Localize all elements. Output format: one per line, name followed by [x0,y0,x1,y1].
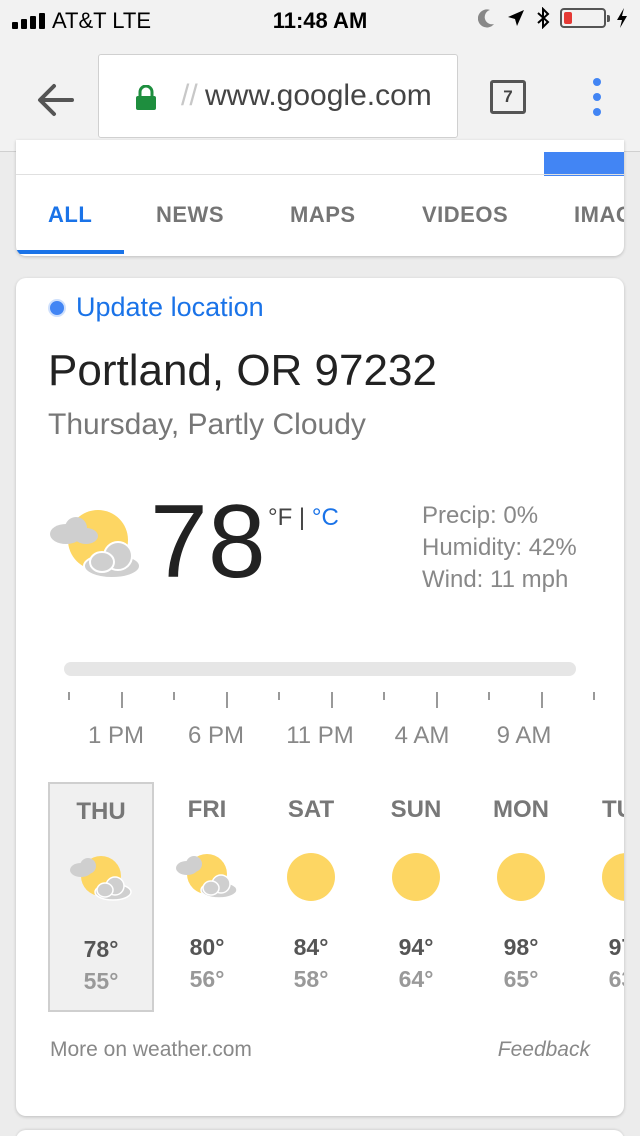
forecast-day[interactable]: FRI 80° 56° [154,782,260,1012]
forecast-high: 94° [398,934,434,960]
precipitation: Precip: 0% [422,502,539,529]
humidity: Humidity: 42% [422,534,577,561]
partly-cloudy-icon [50,510,141,579]
timeline-tick [68,692,70,700]
active-tab-indicator [16,250,124,254]
forecast-high: 98° [503,934,539,960]
update-location-link[interactable]: Update location [48,292,264,323]
partly-cloudy-icon [70,856,132,901]
timeline-tick [435,692,438,708]
time-label: 6 PM [187,722,245,749]
sunny-icon [602,853,624,901]
status-bar: AT&T LTE 11:48 AM [0,0,640,40]
timeline-tick [225,692,228,708]
wind: Wind: 11 mph [422,566,569,593]
status-icons [478,7,628,29]
forecast-day[interactable]: TUE 97° 63° [573,782,624,1012]
forecast-day[interactable]: MON 98° 65° [468,782,574,1012]
time-label: 11 PM [286,722,354,749]
forecast-day[interactable]: SAT 84° 58° [258,782,364,1012]
signal-icon [12,13,45,29]
partly-cloudy-icon [176,854,238,899]
hourly-scrubber[interactable] [64,662,576,676]
forecast-low: 63° [608,966,624,992]
forecast-day[interactable]: THU 78° 55° [48,782,154,1012]
weather-details: Precip: 0% Humidity: 42% Wind: 11 mph [422,500,577,596]
next-card-edge [16,1130,624,1136]
more-on-weather-link[interactable]: More on weather.com [50,1038,252,1062]
tab-images[interactable]: IMAGES [574,202,624,228]
timeline-tick [330,692,333,708]
sunny-icon [392,853,440,901]
sunny-icon [497,853,545,901]
update-location-label: Update location [76,292,264,322]
tab-news[interactable]: NEWS [156,202,224,228]
sunny-icon [287,853,335,901]
forecast-high: 84° [293,934,329,960]
battery-low-icon [560,8,610,28]
moon-icon [478,9,494,28]
location-arrow-icon [508,10,524,26]
unit-toggle: °F | °C [268,504,339,531]
timeline-tick [540,692,543,708]
url-prefix: // [181,79,198,112]
forecast-low: 64° [398,966,434,992]
time-label: 1 PM [87,722,145,749]
tab-switcher-button[interactable]: 7 [490,80,526,114]
address-bar[interactable]: // www.google.com [98,54,458,138]
location-title: Portland, OR 97232 [48,346,437,395]
timeline-tick [593,692,595,700]
unit-fahrenheit[interactable]: °F [268,504,292,531]
forecast-low: 58° [293,966,329,992]
day-condition: Thursday, Partly Cloudy [48,408,366,441]
forecast-low: 56° [189,966,225,992]
url-text: www.google.com [205,79,432,112]
forecast-high: 78° [83,936,119,962]
search-button[interactable] [544,152,624,176]
timeline-tick [120,692,123,708]
forecast-day-name: SAT [287,796,335,823]
forecast-low: 55° [83,968,119,994]
carrier-label: AT&T LTE [52,8,152,33]
tab-videos[interactable]: VIDEOS [422,202,508,228]
forecast-day-name: TUE [602,796,624,823]
current-temperature: 78 [150,484,266,600]
tab-maps[interactable]: MAPS [290,202,356,228]
location-dot-icon [48,298,66,317]
timeline-tick [383,692,385,700]
browser-toolbar: // www.google.com 7 [0,40,640,152]
bluetooth-icon [537,7,550,29]
tab-all[interactable]: ALL [48,202,92,228]
overflow-menu-icon[interactable] [590,78,604,116]
forecast-day-name: FRI [187,796,227,823]
forecast-day-name: SUN [390,796,442,823]
timeline-tick [173,692,175,700]
time-label: 4 AM [394,722,450,749]
forecast-day-name: MON [493,796,549,823]
forecast-day-name: THU [76,798,126,825]
back-arrow-icon[interactable] [32,76,80,124]
weather-card: Update location Portland, OR 97232 Thurs… [16,278,624,1116]
charging-bolt-icon [617,8,627,28]
forecast-high: 80° [189,934,225,960]
time-label: 9 AM [496,722,552,749]
search-tabs-card: ALL NEWS MAPS VIDEOS IMAGES [16,140,624,256]
timeline-tick [488,692,490,700]
unit-celsius[interactable]: °C [312,504,339,531]
lock-icon [136,85,156,110]
forecast-low: 65° [503,966,539,992]
forecast-day[interactable]: SUN 94° 64° [363,782,469,1012]
feedback-link[interactable]: Feedback [498,1038,590,1062]
forecast-high: 97° [608,934,624,960]
timeline-tick [278,692,280,700]
